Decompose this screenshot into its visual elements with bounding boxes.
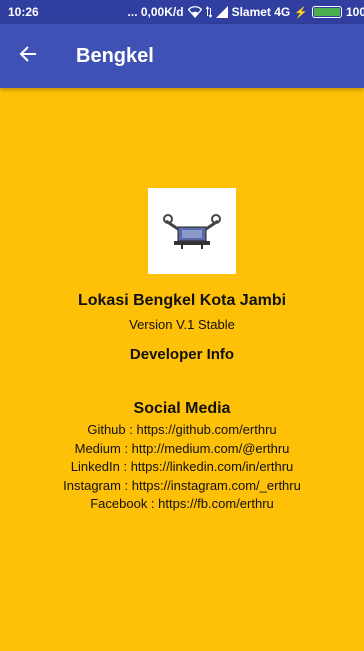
- social-link-linkedin: LinkedIn : https://linkedin.com/in/erthr…: [70, 459, 294, 474]
- social-media-list: Github : https://github.com/erthru Mediu…: [0, 421, 364, 514]
- developer-info-heading: Developer Info: [129, 346, 235, 363]
- battery-icon: [311, 6, 342, 18]
- bengkel-logo-icon: [163, 214, 221, 249]
- status-time: 10:26: [8, 5, 39, 19]
- wifi-icon: [187, 6, 202, 18]
- status-indicators: ... 0,00K/d Slamet 4G ⚡ 100: [128, 0, 364, 24]
- social-link-github: Github : https://github.com/erthru: [87, 422, 277, 437]
- network-speed: ... 0,00K/d: [127, 5, 184, 19]
- social-link-medium: Medium : http://medium.com/@erthru: [74, 440, 290, 456]
- back-button[interactable]: [0, 24, 56, 88]
- app-name: Lokasi Bengkel Kota Jambi: [77, 292, 287, 309]
- app-logo: [148, 188, 236, 274]
- signal-icon: [215, 6, 228, 18]
- data-arrows-icon: [205, 6, 212, 18]
- social-media-heading: Social Media: [133, 400, 231, 417]
- battery-level: 100: [345, 5, 364, 19]
- carrier-name: Slamet 4G: [231, 5, 291, 19]
- app-bar: Bengkel: [0, 24, 364, 88]
- app-version: Version V.1 Stable: [129, 317, 235, 332]
- social-link-instagram: Instagram : https://instagram.com/_erthr…: [63, 477, 301, 493]
- social-link-facebook: Facebook : https://fb.com/erthru: [90, 496, 274, 511]
- page-title: Bengkel: [76, 44, 154, 67]
- arrow-back-icon: [19, 45, 37, 68]
- status-bar: 10:26 ... 0,00K/d Slamet 4G ⚡ 100: [0, 0, 364, 24]
- about-content: Lokasi Bengkel Kota Jambi Version V.1 St…: [0, 88, 364, 651]
- charging-icon: ⚡: [294, 6, 308, 19]
